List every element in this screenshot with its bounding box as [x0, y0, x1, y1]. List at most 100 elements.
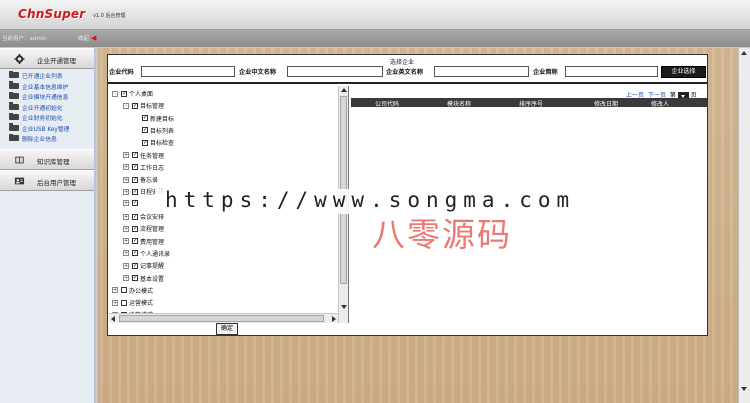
- column-header: 修改日期: [594, 101, 619, 108]
- sidebar-item-label: 企业开通初始化: [22, 105, 63, 112]
- tree-node-label: 个人通讯录: [140, 250, 171, 258]
- collapse-icon[interactable]: -: [123, 102, 129, 109]
- tree-node[interactable]: + ✓: [123, 200, 140, 211]
- collapse-sidebar-toggle[interactable]: 收起 ◀: [78, 34, 96, 42]
- sidebar-section-knowledge[interactable]: 知识库管理: [0, 148, 94, 170]
- expand-icon[interactable]: +: [123, 250, 129, 257]
- scroll-thumb[interactable]: [119, 315, 324, 322]
- sidebar-item-label: 企业基本信息维护: [22, 84, 69, 91]
- expand-icon[interactable]: +: [123, 188, 129, 195]
- tree-node-checkbox[interactable]: ✓: [142, 115, 148, 122]
- panel-divider: [108, 82, 707, 84]
- tree-node[interactable]: + ✓ 备忘录: [123, 175, 158, 186]
- sidebar-item-module-info[interactable]: 企业模块开通信息: [0, 91, 94, 103]
- enterprise-select-button[interactable]: 企业选择: [661, 66, 706, 78]
- tree-node-label: 流程管理: [140, 226, 165, 234]
- enterprise-en-name-input[interactable]: [434, 66, 529, 77]
- expand-icon[interactable]: +: [123, 225, 129, 232]
- tree-node[interactable]: + 办公模式: [112, 286, 153, 297]
- tree-node-checkbox[interactable]: ✓: [121, 90, 127, 97]
- gear-icon: [14, 54, 25, 64]
- tree-node[interactable]: - ✓ 个人桌面: [112, 89, 153, 100]
- tree-node[interactable]: + ✓ 任务管理: [123, 151, 164, 162]
- scroll-down-icon[interactable]: [741, 387, 747, 391]
- sidebar-section-enterprise[interactable]: 企业开通管理: [0, 48, 94, 69]
- tree-node-checkbox[interactable]: [121, 287, 127, 294]
- tree-horizontal-scrollbar[interactable]: [109, 313, 338, 323]
- tree-node-checkbox[interactable]: ✓: [132, 238, 138, 245]
- app-logo: ChnSuper: [18, 7, 86, 21]
- expand-icon[interactable]: +: [123, 152, 129, 158]
- tree-node[interactable]: + ✓ 流程管理: [123, 224, 164, 235]
- enterprise-short-name-input[interactable]: [565, 66, 658, 77]
- folder-icon: [9, 123, 19, 131]
- tree-node-checkbox[interactable]: ✓: [142, 139, 148, 146]
- collapse-icon[interactable]: -: [112, 90, 118, 97]
- column-header: 修改人: [651, 101, 670, 108]
- tree-node[interactable]: ✓ 目标检查: [142, 138, 174, 149]
- expand-icon[interactable]: +: [123, 213, 129, 220]
- sidebar-section-admin-users[interactable]: 后台用户管理: [0, 169, 94, 191]
- folder-icon: [9, 133, 19, 141]
- expand-icon[interactable]: +: [123, 176, 129, 183]
- tree-node-checkbox[interactable]: ✓: [132, 188, 138, 195]
- sidebar-item-enterprise-info[interactable]: 企业基本信息维护: [0, 81, 94, 93]
- tree-node-checkbox[interactable]: ✓: [132, 152, 138, 158]
- app-version: v1.0 后台管理: [93, 13, 126, 19]
- tree-node-checkbox[interactable]: ✓: [132, 213, 138, 220]
- tree-node[interactable]: + ✓ 基本设置: [123, 274, 164, 285]
- tree-node-label: 备忘录: [140, 177, 159, 185]
- tree-node[interactable]: + ✓ 记事提醒: [123, 261, 164, 272]
- tree-node-label: 个人桌面: [129, 91, 154, 98]
- tree-node-checkbox[interactable]: ✓: [132, 250, 138, 257]
- page-scrollbar[interactable]: [738, 48, 750, 403]
- tree-node-checkbox[interactable]: [121, 299, 127, 306]
- sidebar-item-usb-key[interactable]: 企业USB Key管理: [0, 123, 94, 135]
- tree-node-label: 办公模式: [129, 287, 154, 295]
- scroll-up-icon[interactable]: [341, 88, 347, 92]
- sidebar-item-label: 企业模块开通信息: [22, 95, 69, 101]
- tree-node-checkbox[interactable]: ✓: [132, 275, 138, 281]
- sidebar-item-label: 已开通企业列表: [22, 74, 63, 80]
- sidebar-item-finance-init[interactable]: 企业财务初始化: [0, 112, 94, 124]
- tree-node-checkbox[interactable]: ✓: [132, 164, 138, 171]
- enterprise-short-name-label: 企业简称: [533, 69, 558, 76]
- status-bar: 当前用户：admin 收起 ◀: [0, 30, 750, 47]
- sidebar-item-enterprise-init[interactable]: 企业开通初始化: [0, 102, 94, 114]
- tree-node-label: 会议安排: [140, 214, 165, 221]
- confirm-button[interactable]: 确定: [216, 323, 238, 335]
- enterprise-cn-name-input[interactable]: [287, 66, 383, 77]
- tree-node[interactable]: + 运营模式: [112, 298, 153, 309]
- tree-node-label: 记事提醒: [140, 263, 165, 271]
- tree-node[interactable]: ✓ 目标列表: [142, 126, 174, 137]
- scroll-up-icon[interactable]: [741, 51, 747, 55]
- expand-icon[interactable]: +: [123, 238, 129, 245]
- expand-icon[interactable]: +: [123, 275, 129, 281]
- tree-node[interactable]: + ✓ 费用管理: [123, 237, 164, 248]
- expand-icon[interactable]: +: [112, 287, 118, 294]
- scroll-left-icon[interactable]: [111, 316, 115, 322]
- list-table-header: 公司代码 模块名称 排序序号 修改日期 修改人: [351, 98, 707, 108]
- tree-node-checkbox[interactable]: ✓: [132, 102, 138, 109]
- tree-node-checkbox[interactable]: ✓: [132, 176, 138, 183]
- folder-icon: [9, 91, 19, 99]
- tree-node-checkbox[interactable]: ✓: [132, 262, 138, 269]
- expand-icon[interactable]: +: [123, 200, 129, 207]
- expand-icon[interactable]: +: [123, 164, 129, 171]
- tree-node[interactable]: + ✓ 工作日志: [123, 163, 164, 174]
- tree-node-label: 新建目标: [150, 115, 175, 123]
- tree-node-checkbox[interactable]: ✓: [132, 200, 138, 207]
- sidebar-item-delete-enterprise[interactable]: 删除企业信息: [0, 133, 94, 145]
- tree-node-checkbox[interactable]: ✓: [142, 127, 148, 134]
- tree-node[interactable]: - ✓ 目标管理: [123, 101, 164, 112]
- tree-node[interactable]: ✓ 新建目标: [142, 114, 174, 125]
- enterprise-code-input[interactable]: [141, 66, 235, 77]
- sidebar-item-opened-enterprises[interactable]: 已开通企业列表: [0, 70, 94, 82]
- watermark-text: 八零源码: [372, 215, 512, 254]
- scroll-down-icon[interactable]: [341, 305, 347, 309]
- expand-icon[interactable]: +: [112, 299, 118, 306]
- scroll-right-icon[interactable]: [332, 316, 336, 322]
- tree-node-checkbox[interactable]: ✓: [132, 225, 138, 232]
- tree-node[interactable]: + ✓ 个人通讯录: [123, 249, 170, 260]
- expand-icon[interactable]: +: [123, 262, 129, 269]
